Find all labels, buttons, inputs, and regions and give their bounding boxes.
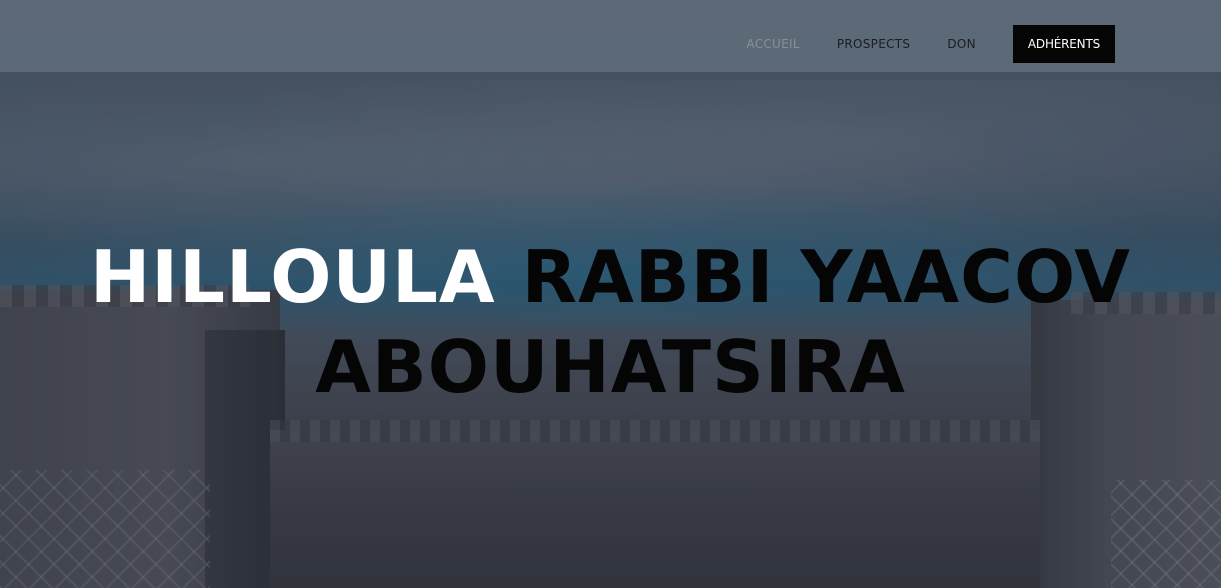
hero-title-highlight: HILLOULA [90,235,496,319]
hero-title: HILLOULA RABBI YAACOV ABOUHATSIRA [0,232,1221,412]
nav-link-don[interactable]: DON [947,25,976,63]
main-nav: ACCUEIL PROSPECTS DON ADHÉRENTS [746,25,1115,63]
hero-title-line1: RABBI YAACOV [521,235,1131,319]
adherents-button[interactable]: ADHÉRENTS [1012,25,1115,63]
hero-title-line2: ABOUHATSIRA [315,325,906,409]
nav-link-accueil[interactable]: ACCUEIL [746,25,799,63]
nav-link-prospects[interactable]: PROSPECTS [837,25,910,63]
site-header: ACCUEIL PROSPECTS DON ADHÉRENTS [0,0,1221,72]
